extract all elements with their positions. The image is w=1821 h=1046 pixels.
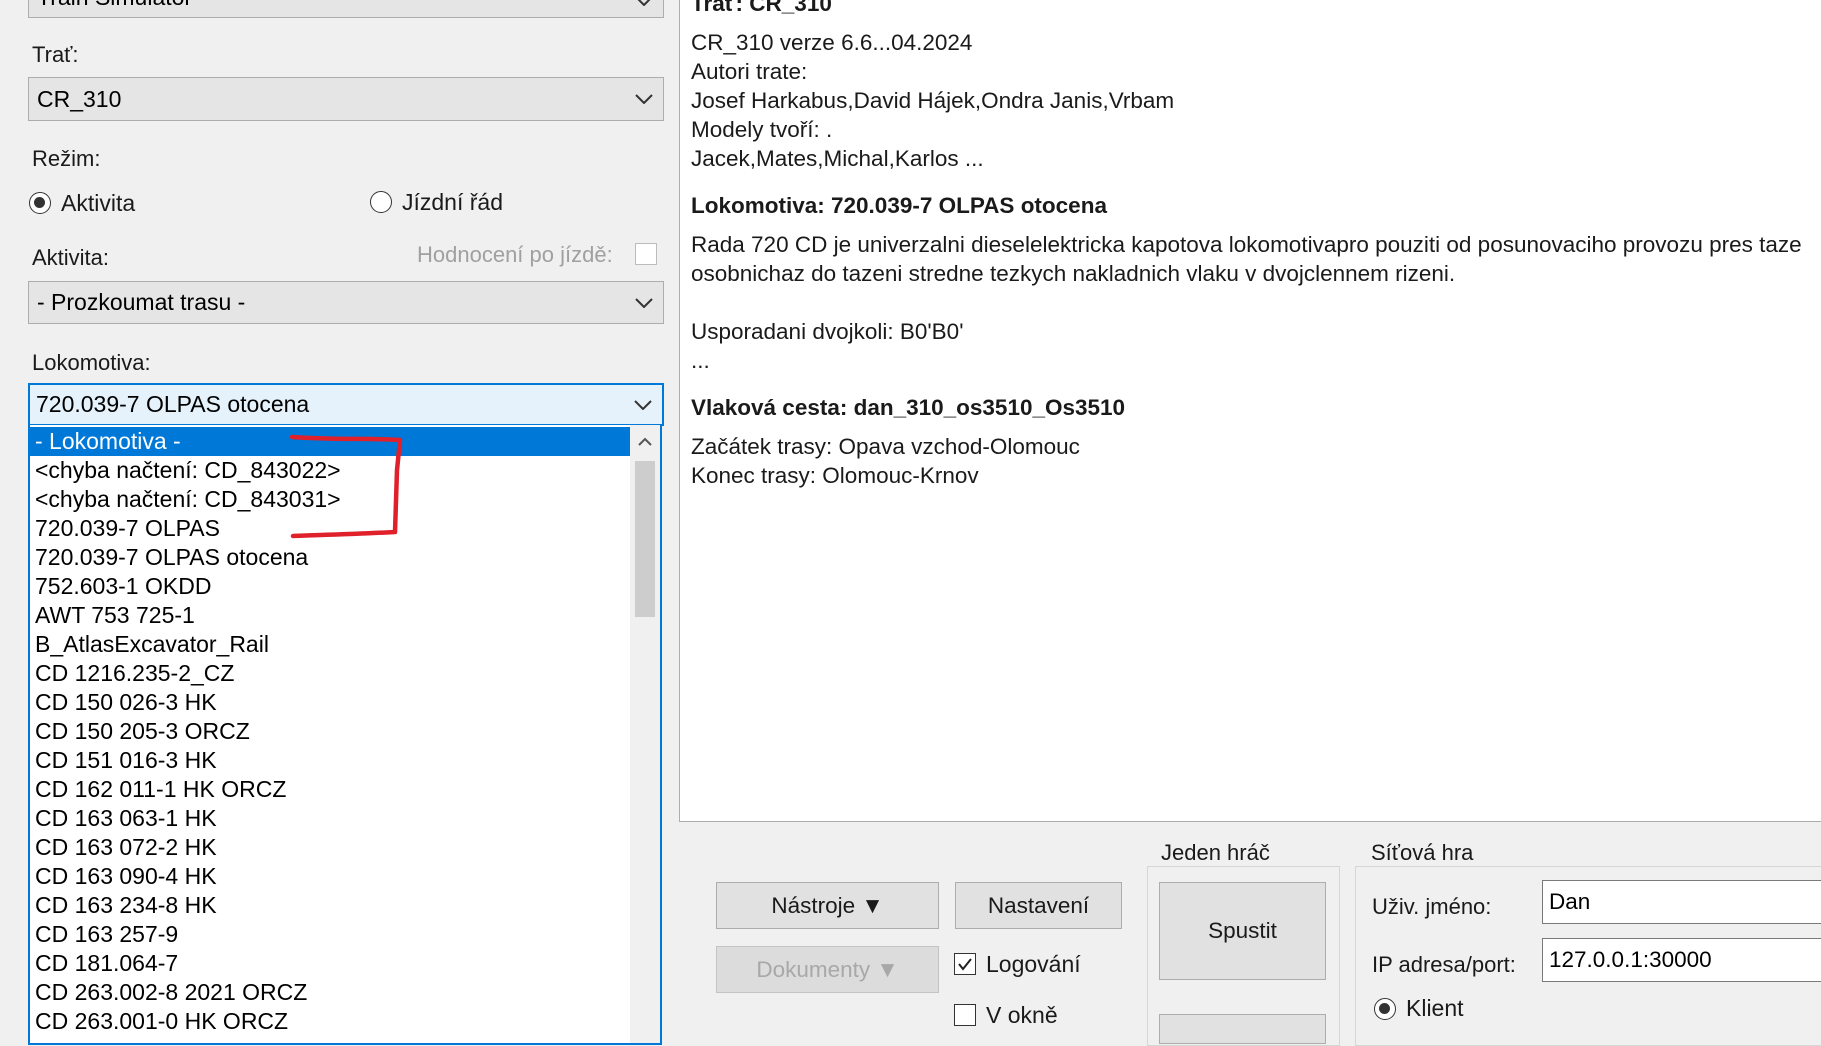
radio-jizdni-rad-label[interactable]: Jízdní řád bbox=[402, 189, 503, 216]
trat-select[interactable]: CR_310 bbox=[28, 77, 664, 121]
list-item[interactable]: 752.603-1 OKDD bbox=[30, 572, 630, 601]
checkmark-icon bbox=[958, 958, 972, 971]
list-item[interactable]: B_AtlasExcavator_Rail bbox=[30, 630, 630, 659]
list-item[interactable]: CD 1216.235-2_CZ bbox=[30, 659, 630, 688]
lokomotiva-dropdown-list[interactable]: - Lokomotiva - <chyba načtení: CD_843022… bbox=[28, 425, 662, 1045]
info-line: ... bbox=[691, 348, 710, 373]
nastaveni-button[interactable]: Nastavení bbox=[955, 882, 1122, 929]
chevron-down-icon bbox=[634, 399, 652, 410]
list-item[interactable]: CD 263.001-0 HK ORCZ bbox=[30, 1007, 630, 1036]
spustit-button[interactable]: Spustit bbox=[1159, 882, 1326, 980]
list-item[interactable]: <chyba načtení: CD_843022> bbox=[30, 456, 630, 485]
list-item[interactable]: CD 150 026-3 HK bbox=[30, 688, 630, 717]
list-item[interactable]: CD 263.002-8 2021 ORCZ bbox=[30, 978, 630, 1007]
sitova-hra-title: Síťová hra bbox=[1366, 840, 1479, 866]
ip-adresa-label: IP adresa/port: bbox=[1372, 952, 1516, 977]
trat-label: Trať: bbox=[32, 42, 79, 67]
simulator-select-value: Train Simulator bbox=[37, 0, 192, 11]
uziv-jmeno-input[interactable]: Dan bbox=[1542, 880, 1821, 924]
dokumenty-button[interactable]: Dokumenty ▼ bbox=[716, 946, 939, 993]
lokomotiva-label: Lokomotiva: bbox=[32, 350, 151, 375]
ip-adresa-input[interactable]: 127.0.0.1:30000 bbox=[1542, 938, 1821, 982]
info-panel: Trať: CR_310 CR_310 verze 6.6...04.2024 … bbox=[679, 0, 1821, 822]
list-item[interactable]: CD 150 205-3 ORCZ bbox=[30, 717, 630, 746]
chevron-down-icon bbox=[635, 94, 653, 104]
radio-klient-label[interactable]: Klient bbox=[1406, 995, 1464, 1022]
list-item[interactable]: CD 163 072-2 HK bbox=[30, 833, 630, 862]
secondary-button[interactable] bbox=[1159, 1014, 1326, 1044]
aktivita-label: Aktivita: bbox=[32, 245, 110, 270]
info-line: osobnichaz do tazeni stredne tezkych nak… bbox=[691, 261, 1456, 286]
uziv-jmeno-label: Uživ. jméno: bbox=[1372, 894, 1492, 919]
scrollbar-thumb[interactable] bbox=[635, 461, 655, 617]
logovani-label[interactable]: Logování bbox=[986, 951, 1081, 978]
info-line: Jacek,Mates,Michal,Karlos ... bbox=[691, 146, 984, 171]
info-line: Rada 720 CD je univerzalni dieselelektri… bbox=[691, 232, 1802, 257]
rezim-label: Režim: bbox=[32, 146, 101, 171]
v-okne-label[interactable]: V okně bbox=[986, 1002, 1058, 1029]
list-item[interactable]: CD 162 011-1 HK ORCZ bbox=[30, 775, 630, 804]
hodnoceni-label: Hodnocení po jízdě: bbox=[417, 242, 613, 267]
list-item[interactable]: 720.039-7 OLPAS otocena bbox=[30, 543, 630, 572]
radio-aktivita-label[interactable]: Aktivita bbox=[61, 190, 135, 217]
info-line: Josef Harkabus,David Hájek,Ondra Janis,V… bbox=[691, 88, 1175, 113]
hodnoceni-checkbox[interactable] bbox=[635, 243, 657, 265]
uziv-jmeno-value: Dan bbox=[1549, 889, 1591, 914]
v-okne-checkbox[interactable] bbox=[954, 1004, 976, 1026]
lokomotiva-select-value: 720.039-7 OLPAS otocena bbox=[36, 391, 310, 417]
info-cesta-heading: Vlaková cesta: dan_310_os3510_Os3510 bbox=[691, 395, 1126, 420]
simulator-select[interactable]: Train Simulator bbox=[28, 0, 664, 18]
info-line: Modely tvoří: . bbox=[691, 117, 833, 142]
chevron-down-icon bbox=[637, 0, 651, 6]
radio-aktivita[interactable] bbox=[29, 192, 51, 214]
lokomotiva-select[interactable]: 720.039-7 OLPAS otocena bbox=[28, 383, 664, 426]
list-item[interactable]: CD 163 257-9 bbox=[30, 920, 630, 949]
info-line: CR_310 verze 6.6...04.2024 bbox=[691, 30, 973, 55]
ip-adresa-value: 127.0.0.1:30000 bbox=[1549, 947, 1712, 972]
aktivita-select[interactable]: - Prozkoumat trasu - bbox=[28, 281, 664, 324]
aktivita-select-value: - Prozkoumat trasu - bbox=[37, 289, 246, 315]
info-loko-heading: Lokomotiva: 720.039-7 OLPAS otocena bbox=[691, 193, 1107, 218]
list-item[interactable]: CD 163 063-1 HK bbox=[30, 804, 630, 833]
logovani-checkbox[interactable] bbox=[954, 953, 976, 975]
list-item[interactable]: AWT 753 725-1 bbox=[30, 601, 630, 630]
list-item[interactable]: - Lokomotiva - bbox=[30, 427, 630, 456]
list-item[interactable]: CD 151 016-3 HK bbox=[30, 746, 630, 775]
radio-klient[interactable] bbox=[1374, 998, 1396, 1020]
info-line: Konec trasy: Olomouc-Krnov bbox=[691, 463, 979, 488]
info-line: Usporadani dvojkoli: B0'B0' bbox=[691, 319, 964, 344]
info-line: Autori trate: bbox=[691, 59, 808, 84]
nastroje-button[interactable]: Nástroje ▼ bbox=[716, 882, 939, 929]
info-line: Začátek trasy: Opava vzchod-Olomouc bbox=[691, 434, 1080, 459]
list-scrollbar[interactable] bbox=[630, 425, 660, 1043]
radio-jizdni-rad[interactable] bbox=[370, 191, 392, 213]
trat-select-value: CR_310 bbox=[37, 85, 122, 112]
list-item[interactable]: CD 181.064-7 bbox=[30, 949, 630, 978]
list-item[interactable]: CD 163 234-8 HK bbox=[30, 891, 630, 920]
chevron-down-icon bbox=[635, 297, 653, 308]
list-item[interactable]: 720.039-7 OLPAS bbox=[30, 514, 630, 543]
list-item[interactable]: CD 163 090-4 HK bbox=[30, 862, 630, 891]
list-item[interactable]: <chyba načtení: CD_843031> bbox=[30, 485, 630, 514]
jeden-hrac-title: Jeden hráč bbox=[1156, 840, 1275, 866]
scroll-up-arrow-icon[interactable] bbox=[638, 437, 652, 446]
info-trat-heading: Trať: CR_310 bbox=[691, 0, 832, 16]
